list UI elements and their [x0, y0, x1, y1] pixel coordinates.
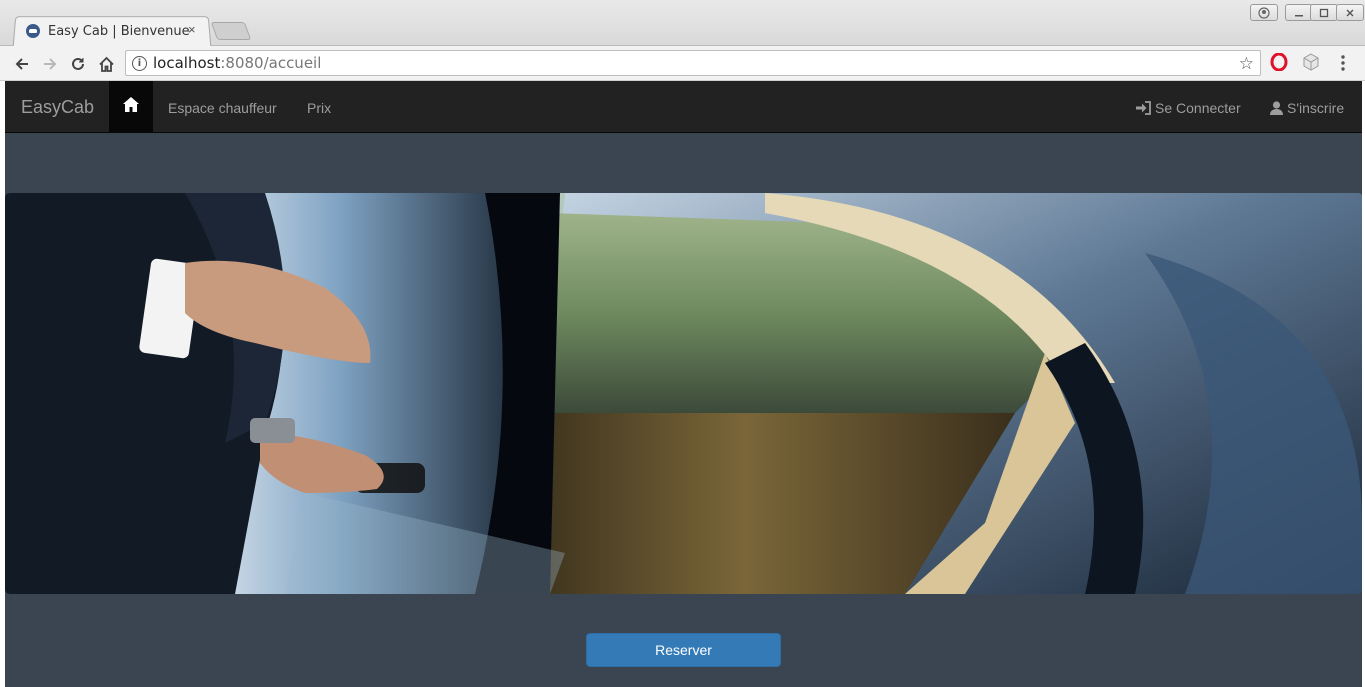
reload-icon[interactable]	[67, 53, 89, 75]
nav-home-link[interactable]	[109, 81, 153, 133]
navbar-brand[interactable]: EasyCab	[21, 97, 94, 118]
log-in-icon	[1136, 101, 1151, 115]
nav-prix[interactable]: Prix	[307, 100, 331, 116]
home-icon	[123, 97, 139, 117]
maximize-icon[interactable]	[1310, 4, 1338, 21]
signup-link[interactable]: S'inscrire	[1270, 100, 1344, 116]
site-navbar: EasyCab Espace chauffeur Prix Se Connect…	[5, 81, 1362, 133]
browser-tab-content[interactable]: Easy Cab | Bienvenue	[26, 16, 206, 46]
menu-kebab-icon[interactable]	[1336, 54, 1350, 77]
forward-arrow-icon[interactable]	[39, 53, 61, 75]
login-link[interactable]: Se Connecter	[1136, 100, 1241, 116]
user-icon	[1270, 101, 1283, 115]
signup-label: S'inscrire	[1287, 100, 1345, 116]
opera-extension-icon[interactable]	[1270, 52, 1288, 76]
extension-cube-icon[interactable]	[1302, 53, 1320, 76]
tab-title: Easy Cab | Bienvenue	[48, 23, 190, 39]
site-info-icon[interactable]: i	[132, 55, 147, 71]
back-arrow-icon[interactable]	[11, 53, 33, 75]
address-bar[interactable]: i localhost:8080/accueil ☆	[125, 50, 1261, 76]
nav-espace-chauffeur[interactable]: Espace chauffeur	[168, 100, 277, 116]
url-text: localhost:8080/accueil	[153, 54, 321, 72]
login-label: Se Connecter	[1155, 100, 1241, 116]
close-window-icon[interactable]	[1336, 4, 1364, 21]
chauffeur-car-photo-image	[5, 193, 1362, 594]
hero-banner	[5, 193, 1362, 594]
minimize-icon[interactable]	[1285, 4, 1313, 21]
browser-tabstrip: Easy Cab | Bienvenue ×	[0, 0, 1365, 47]
tab-close-icon[interactable]: ×	[188, 22, 196, 37]
bookmark-star-icon[interactable]: ☆	[1239, 54, 1254, 74]
car-favicon-icon	[26, 24, 40, 38]
home-page-icon[interactable]	[95, 53, 117, 75]
browser-toolbar: i localhost:8080/accueil ☆	[0, 46, 1365, 81]
profile-icon[interactable]	[1250, 4, 1278, 21]
reserve-button[interactable]: Reserver	[586, 633, 781, 667]
page-content: EasyCab Espace chauffeur Prix Se Connect…	[5, 81, 1362, 687]
url-host: localhost	[153, 54, 221, 72]
url-path: :8080/accueil	[220, 54, 322, 72]
new-tab-button[interactable]	[210, 22, 252, 40]
